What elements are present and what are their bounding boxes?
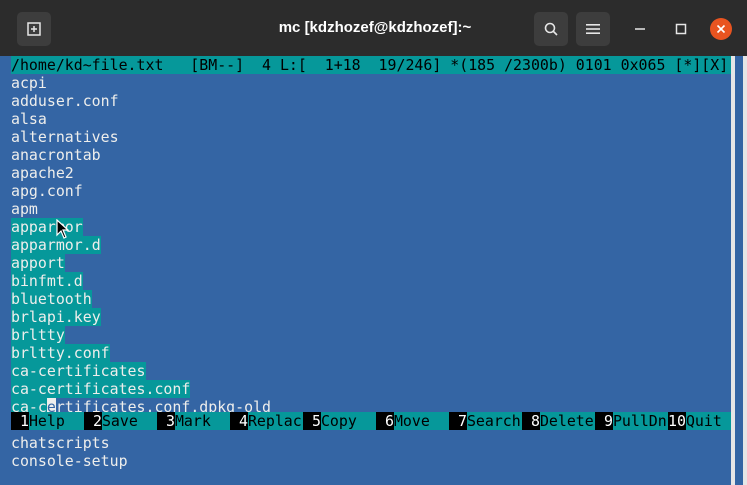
mouse-pointer-icon (56, 219, 70, 239)
editor-line[interactable]: brltty (11, 326, 65, 344)
editor-line[interactable]: binfmt.d (11, 272, 83, 290)
editor-line[interactable]: brltty.conf (11, 344, 110, 362)
editor-line[interactable]: ca-certificates.conf (11, 380, 191, 398)
fkey-copy[interactable]: 5Copy (303, 412, 376, 430)
fkey-label: Save (101, 412, 157, 430)
fkey-number: 6 (376, 412, 394, 430)
terminal-window: mc [kdzhozef@kdzhozef]:~ /home/kd~file.t… (0, 0, 747, 485)
editor-line[interactable]: apparmor (11, 218, 83, 236)
fkey-number: 7 (449, 412, 467, 430)
fkey-number: 4 (230, 412, 248, 430)
fkey-label: Move (393, 412, 449, 430)
editor-line[interactable]: apache2 (11, 164, 74, 182)
fkey-save[interactable]: 2Save (84, 412, 157, 430)
title-bar: mc [kdzhozef@kdzhozef]:~ (0, 0, 747, 56)
editor-line[interactable]: apg.conf (11, 182, 83, 200)
fkey-delete[interactable]: 8Delete (522, 412, 595, 430)
editor-line[interactable]: brlapi.key (11, 308, 101, 326)
fkey-label: Delete (539, 412, 595, 430)
new-tab-icon[interactable] (17, 12, 51, 46)
fkey-number: 2 (84, 412, 102, 430)
maximize-icon[interactable] (670, 18, 692, 40)
fkey-label: PullDn (612, 412, 668, 430)
editor-line[interactable]: console-setup (11, 452, 128, 470)
editor-line[interactable]: anacrontab (11, 146, 101, 164)
editor-status-line: /home/kd~file.txt [BM--] 4 L:[ 1+18 19/2… (11, 56, 731, 74)
fkey-replac[interactable]: 4Replac (230, 412, 303, 430)
editor-line[interactable]: acpi (11, 74, 47, 92)
editor-line[interactable]: apm (11, 200, 38, 218)
editor-line[interactable]: apport (11, 254, 65, 272)
fkey-label: Mark (174, 412, 230, 430)
fkey-number: 5 (303, 412, 321, 430)
fkey-number: 3 (157, 412, 175, 430)
editor-line[interactable]: adduser.conf (11, 92, 119, 110)
fkey-label: Help (28, 412, 84, 430)
fkey-number: 1 (11, 412, 29, 430)
function-key-bar: 1Help 2Save 3Mark 4Replac 5Copy 6Move 7S… (11, 412, 747, 430)
fkey-pulldn[interactable]: 9PullDn (595, 412, 668, 430)
close-icon[interactable] (710, 18, 732, 40)
fkey-mark[interactable]: 3Mark (157, 412, 230, 430)
fkey-number: 10 (668, 412, 686, 430)
fkey-label: Quit (685, 412, 731, 430)
editor-line[interactable]: alsa (11, 110, 47, 128)
fkey-label: Search (466, 412, 522, 430)
editor-line[interactable]: bluetooth (11, 290, 92, 308)
fkey-help[interactable]: 1Help (11, 412, 84, 430)
fkey-move[interactable]: 6Move (376, 412, 449, 430)
fkey-search[interactable]: 7Search (449, 412, 522, 430)
fkey-quit[interactable]: 10Quit (668, 412, 731, 430)
window-title: mc [kdzhozef@kdzhozef]:~ (278, 19, 472, 36)
fkey-number: 8 (522, 412, 540, 430)
editor-line[interactable]: ca-certificates (11, 362, 146, 380)
fkey-number: 9 (595, 412, 613, 430)
fkey-label: Copy (320, 412, 376, 430)
editor-line[interactable]: chatscripts (11, 434, 110, 452)
fkey-label: Replac (247, 412, 303, 430)
search-icon[interactable] (534, 12, 568, 46)
hamburger-menu-icon[interactable] (576, 12, 610, 46)
editor-line[interactable]: alternatives (11, 128, 119, 146)
minimize-icon[interactable] (629, 18, 651, 40)
